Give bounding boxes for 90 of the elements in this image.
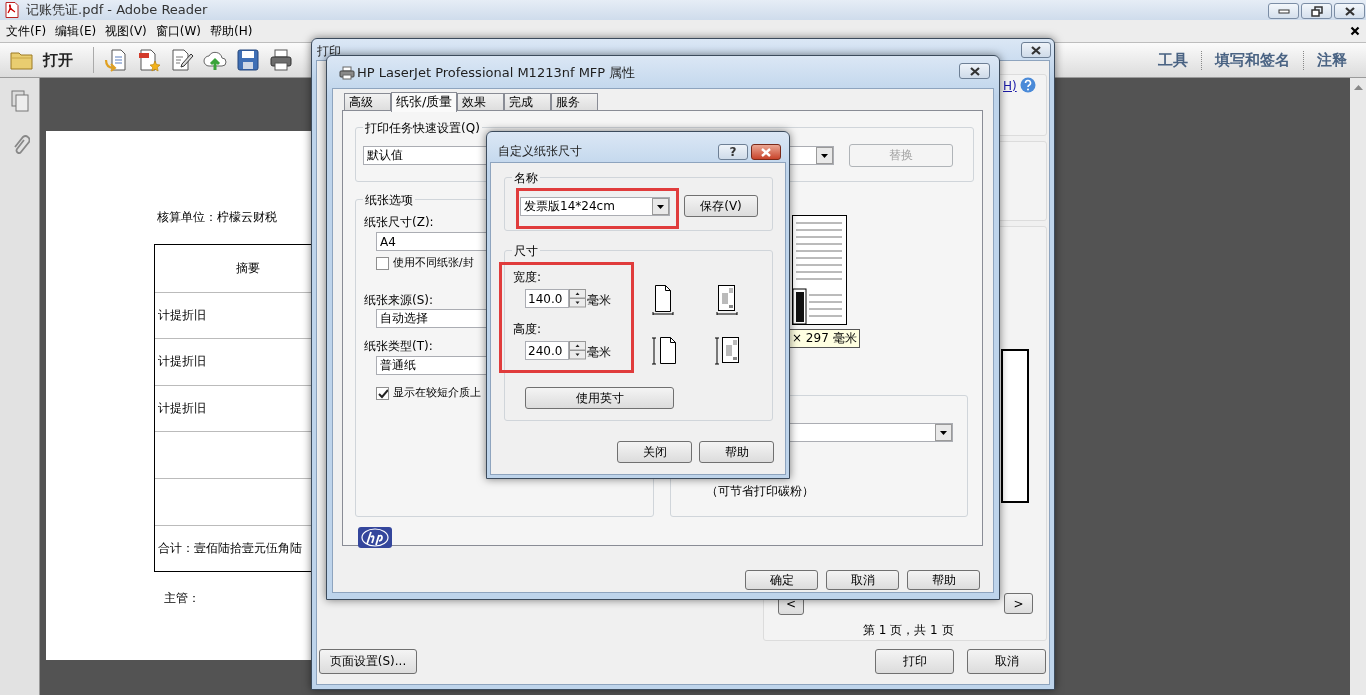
menu-item[interactable]: 帮助(H) bbox=[210, 22, 253, 40]
minimize-icon bbox=[1276, 7, 1291, 15]
page-width-icon bbox=[652, 285, 674, 315]
printer-icon bbox=[339, 66, 355, 80]
close-button[interactable] bbox=[959, 63, 990, 79]
print-icon[interactable] bbox=[269, 48, 293, 72]
page-height-icon bbox=[651, 337, 678, 365]
checkbox[interactable] bbox=[376, 257, 389, 270]
page-setup-button[interactable]: 页面设置(S)... bbox=[319, 649, 417, 674]
checkbox[interactable] bbox=[376, 387, 389, 400]
group-label: 尺寸 bbox=[512, 243, 540, 260]
help-button[interactable]: 帮助 bbox=[907, 570, 980, 590]
page-counter: 第 1 页，共 1 页 bbox=[863, 622, 954, 639]
checkbox-label: 显示在较短介质上 bbox=[393, 386, 481, 400]
menu-item[interactable]: 视图(V) bbox=[105, 22, 147, 40]
document-text: 主管： bbox=[163, 590, 201, 608]
field-label: 纸张来源(S): bbox=[364, 292, 434, 309]
close-icon[interactable] bbox=[1350, 26, 1360, 36]
dialog-title: 打印 bbox=[317, 43, 341, 60]
pages-icon[interactable] bbox=[9, 90, 30, 112]
restore-button[interactable] bbox=[1301, 3, 1332, 19]
group-label: 名称 bbox=[512, 170, 540, 187]
scroll-up-icon bbox=[1353, 84, 1363, 90]
document-text: 核算单位：柠檬云财税 bbox=[156, 209, 277, 223]
caret-icon[interactable] bbox=[935, 424, 952, 441]
help-button[interactable]: ? bbox=[718, 144, 748, 160]
document-arrow-icon[interactable] bbox=[104, 48, 128, 72]
cancel-button[interactable]: 取消 bbox=[967, 649, 1046, 674]
dialog-title: 自定义纸张尺寸 bbox=[498, 143, 582, 160]
table-cell-text: 合计：壹佰陆拾壹元伍角陆 bbox=[157, 539, 302, 557]
toolbar-tab[interactable]: 工具 bbox=[1145, 50, 1201, 70]
toolbar-tab[interactable]: 填写和签名 bbox=[1201, 50, 1303, 70]
group-label: 纸张选项 bbox=[363, 192, 415, 209]
menu-item[interactable]: 文件(F) bbox=[6, 22, 47, 40]
ok-button[interactable]: 确定 bbox=[745, 570, 818, 590]
field-label: 纸张尺寸(Z): bbox=[364, 214, 434, 231]
spinner-control[interactable] bbox=[569, 341, 586, 360]
table-cell-text: 计提折旧 bbox=[157, 306, 206, 324]
help-link[interactable]: H) bbox=[1003, 79, 1017, 93]
dialog-title: HP LaserJet Professional M1213nf MFP 属性 bbox=[357, 64, 636, 82]
print-button[interactable]: 打印 bbox=[875, 649, 954, 674]
table-cell-text: 计提折旧 bbox=[157, 353, 206, 371]
close-icon bbox=[759, 146, 773, 158]
note-text: （可节省打印碳粉） bbox=[706, 483, 814, 500]
menu-item[interactable]: 编辑(E) bbox=[55, 22, 97, 40]
size-tooltip: × 297 毫米 bbox=[789, 329, 860, 348]
tab[interactable]: 效果 bbox=[457, 93, 505, 110]
unit-label: 毫米 bbox=[587, 292, 611, 309]
input-field[interactable]: 240.0 bbox=[525, 341, 569, 360]
save-icon[interactable] bbox=[236, 48, 260, 72]
table-cell-text: 计提折旧 bbox=[157, 400, 206, 418]
open-button[interactable]: 打开 bbox=[6, 45, 77, 75]
inches-button[interactable]: 使用英寸 bbox=[525, 387, 674, 409]
next-page-button[interactable]: > bbox=[1004, 593, 1033, 614]
table-header-cell-text: 摘要 bbox=[235, 259, 261, 277]
caret-icon[interactable] bbox=[816, 147, 833, 164]
menu-item[interactable]: 窗口(W) bbox=[155, 22, 202, 40]
tab[interactable]: 高级 bbox=[344, 93, 391, 110]
tab[interactable]: 纸张/质量 bbox=[391, 92, 458, 112]
save-button[interactable]: 保存(V) bbox=[684, 195, 758, 217]
folder-icon bbox=[10, 50, 34, 70]
close-icon[interactable] bbox=[1029, 44, 1043, 56]
close-button[interactable] bbox=[1334, 3, 1365, 19]
input-field[interactable]: 140.0 bbox=[525, 289, 569, 308]
help-icon[interactable] bbox=[1020, 77, 1036, 93]
window-title: 记账凭证.pdf - Adobe Reader bbox=[26, 1, 208, 19]
document-star-icon[interactable] bbox=[137, 48, 161, 72]
edit-document-icon[interactable] bbox=[170, 48, 194, 72]
field-label: 纸张类型(T): bbox=[364, 338, 433, 355]
close-button[interactable] bbox=[751, 144, 781, 160]
dropdown-field[interactable]: 发票版14*24cm bbox=[520, 197, 670, 216]
checkbox-label: 使用不同纸张/封 bbox=[393, 256, 474, 270]
close-button[interactable]: 关闭 bbox=[617, 441, 692, 463]
group-label: 打印任务快速设置(Q) bbox=[363, 120, 482, 137]
scrollbar[interactable] bbox=[1350, 78, 1366, 695]
envelope-height-icon bbox=[714, 337, 742, 365]
field-label: 宽度: bbox=[513, 269, 542, 286]
unit-label: 毫米 bbox=[587, 344, 611, 361]
caret-icon[interactable] bbox=[652, 198, 669, 215]
pdf-file-icon bbox=[4, 2, 20, 18]
envelope-width-icon bbox=[715, 285, 739, 315]
field-label: 高度: bbox=[513, 321, 542, 338]
restore-icon bbox=[1309, 5, 1324, 17]
tab[interactable]: 服务 bbox=[551, 93, 599, 110]
tab[interactable]: 完成 bbox=[504, 93, 552, 110]
toolbar-tab[interactable]: 注释 bbox=[1303, 50, 1360, 70]
help-button[interactable]: 帮助 bbox=[699, 441, 774, 463]
cancel-button[interactable]: 取消 bbox=[826, 570, 899, 590]
close-button[interactable] bbox=[1021, 42, 1051, 58]
spinner-control[interactable] bbox=[569, 289, 586, 308]
